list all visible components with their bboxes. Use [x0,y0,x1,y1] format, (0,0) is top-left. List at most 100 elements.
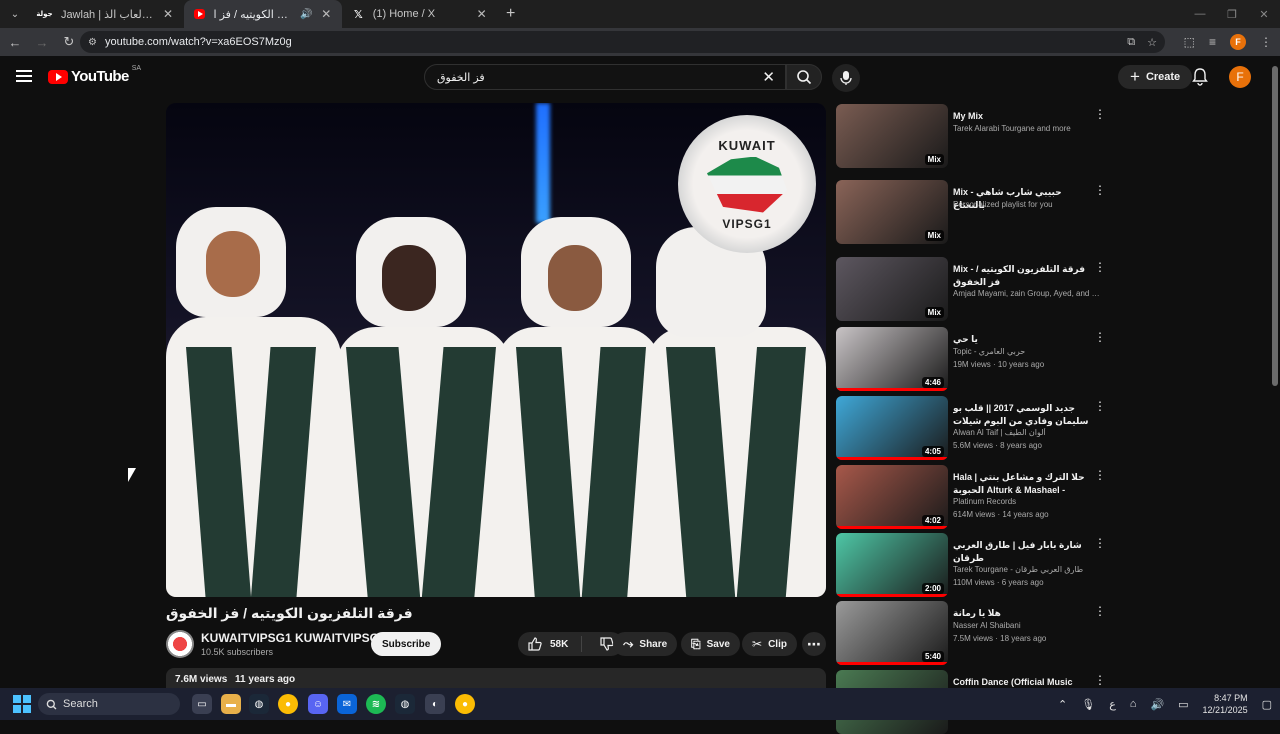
extensions-icon[interactable]: ⬚ [1184,35,1195,49]
voice-search-button[interactable] [832,64,860,92]
recommendation-title[interactable]: يا حي [953,333,1091,346]
save-button[interactable]: ⎘ Save [681,632,740,656]
notifications-icon[interactable]: ▢ [1262,698,1272,711]
chrome-icon[interactable]: ● [455,694,475,714]
video-thumbnail[interactable]: 4:46 [836,327,948,391]
share-button[interactable]: ⤳ Share [613,632,678,656]
subscribe-button[interactable]: Subscribe [371,632,442,656]
recommendation-title[interactable]: Mix - فرقة التلفزيون الكويتيه / فز الخفو… [953,263,1091,289]
more-vertical-icon[interactable]: ⋮ [1094,108,1106,120]
speaker-icon[interactable]: 🔊 [300,9,312,20]
recommendation-channel[interactable]: Nasser Al Shaibani [953,621,1101,630]
cast-icon[interactable]: ⧉ [1127,36,1135,49]
recommendation-channel[interactable]: Platinum Records [953,497,1101,506]
more-vertical-icon[interactable]: ⋮ [1094,674,1106,686]
create-button[interactable]: + Create [1118,65,1193,89]
page-scrollbar[interactable] [1270,56,1280,688]
site-info-icon[interactable]: ⚙ [88,37,97,48]
recommendation-title[interactable]: Hala | حلا الترك و مشاعل بنتي الحبوبة Al… [953,471,1091,497]
more-vertical-icon[interactable]: ⋮ [1094,400,1106,412]
media-control-icon[interactable]: ≡ [1209,35,1216,49]
scrollbar-thumb[interactable] [1272,66,1278,386]
discord-icon[interactable]: ☺ [308,694,328,714]
address-bar[interactable]: ⚙ youtube.com/watch?v=xa6EOS7Mz0g ⧉ ☆ [80,31,1165,53]
chrome-menu-icon[interactable]: ⋮ [1260,35,1272,49]
app-icon[interactable]: ◐ [425,694,445,714]
recommendation-item[interactable]: 2:00 شارة بابار فيل | طارق العربي طرقان Ta… [836,533,1106,597]
channel-name[interactable]: KUWAITVIPSG1 KUWAITVIPSG1 [201,631,386,645]
steam-icon[interactable]: ◍ [395,694,415,714]
youtube-logo[interactable]: YouTube SA [48,65,141,85]
account-avatar[interactable]: F [1229,66,1251,88]
battery-icon[interactable]: ▭ [1178,698,1188,711]
recommendation-title[interactable]: هلا يا رمانة [953,607,1091,620]
new-tab-button[interactable]: + [506,5,515,23]
clock[interactable]: 8:47 PM 12/21/2025 [1203,692,1248,716]
recommendation-item[interactable]: Mix Mix - حبيبي شارب شاهي بالنعناع Persona… [836,180,1106,244]
more-actions-button[interactable]: ⋯ [802,632,826,656]
language-indicator[interactable]: ع [1109,698,1116,711]
microphone-icon[interactable]: 🎙 [1081,698,1095,711]
recommendation-channel[interactable]: Personalized playlist for you [953,200,1101,209]
recommendation-title[interactable]: My Mix [953,110,1091,123]
more-vertical-icon[interactable]: ⋮ [1094,331,1106,343]
clear-search-icon[interactable]: ✕ [762,68,775,86]
volume-icon[interactable]: 🔊 [1150,698,1164,711]
close-window-icon[interactable]: ✕ [1248,0,1280,28]
video-thumbnail[interactable]: Mix [836,104,948,168]
tab-jawlah[interactable]: جولة Jawlah | جولة - منصة الألعاب الذ...… [26,0,184,28]
more-vertical-icon[interactable]: ⋮ [1094,184,1106,196]
recommendation-channel[interactable]: Tarek Tourgane - طارق العربي طرقان [953,565,1101,574]
minimize-icon[interactable]: — [1184,0,1216,28]
recommendation-item[interactable]: 5:40 هلا يا رمانة Nasser Al Shaibani 7.5M v… [836,601,1106,665]
profile-avatar[interactable]: F [1230,34,1246,50]
search-button[interactable] [786,64,822,90]
chrome-icon[interactable]: ● [278,694,298,714]
dislike-button[interactable] [588,637,614,651]
file-explorer-icon[interactable]: ▬ [221,694,241,714]
video-thumbnail[interactable]: Mix [836,257,948,321]
video-thumbnail[interactable]: 2:00 [836,533,948,597]
task-view-icon[interactable]: ▭ [192,694,212,714]
video-thumbnail[interactable]: 5:40 [836,601,948,665]
chevron-up-icon[interactable]: ⌃ [1058,698,1067,711]
taskbar-search[interactable]: Search [38,693,180,715]
close-icon[interactable]: ✕ [475,7,488,21]
hamburger-menu-icon[interactable] [16,70,32,82]
notifications-bell-icon[interactable] [1192,68,1208,86]
more-vertical-icon[interactable]: ⋮ [1094,261,1106,273]
tab-search-button[interactable]: ⌄ [4,3,26,25]
search-input[interactable]: فز الخفوق ✕ [424,64,786,90]
recommendation-item[interactable]: Mix My Mix Tarek Alarabi Tourgane and more… [836,104,1106,168]
recommendation-channel[interactable]: Alwan Al Taif | ألوان الطيف [953,428,1101,437]
like-button[interactable]: 58K [518,636,582,652]
video-thumbnail[interactable]: 4:05 [836,396,948,460]
mail-icon[interactable]: ✉ [337,694,357,714]
channel-avatar[interactable] [166,630,194,658]
maximize-icon[interactable]: ❐ [1216,0,1248,28]
recommendation-item[interactable]: 4:46 يا حي Topic - حربي العامري 19M views ·… [836,327,1106,391]
video-thumbnail[interactable]: 4:02 [836,465,948,529]
recommendation-item[interactable]: Mix Mix - فرقة التلفزيون الكويتيه / فز ال… [836,257,1106,321]
recommendation-channel[interactable]: Amjad Mayami, zain Group, Ayed, and m... [953,289,1101,298]
recommendation-title[interactable]: جديد الوسمي 2017 || قلب بو سليمان وفادي … [953,402,1091,428]
more-vertical-icon[interactable]: ⋮ [1094,537,1106,549]
recommendation-channel[interactable]: Topic - حربي العامري [953,347,1101,356]
steam-icon[interactable]: ◍ [249,694,269,714]
network-icon[interactable]: ⌂ [1130,698,1137,710]
video-player[interactable]: KUWAIT VIPSG1 [166,103,826,597]
back-icon[interactable]: ← [3,35,27,50]
recommendation-item[interactable]: 4:02 Hala | حلا الترك و مشاعل بنتي الحبوب… [836,465,1106,529]
recommendation-item[interactable]: 4:05 جديد الوسمي 2017 || قلب بو سليمان وف… [836,396,1106,460]
close-icon[interactable]: ✕ [162,7,174,21]
tab-youtube-video[interactable]: فرقة التلفزيون الكويتيه / فز ا... 🔊 ✕ [184,0,342,28]
spotify-icon[interactable]: ≋ [366,694,386,714]
forward-icon[interactable]: → [30,35,54,50]
recommendation-title[interactable]: شارة بابار فيل | طارق العربي طرقان [953,539,1091,565]
reload-icon[interactable]: ↻ [57,34,81,50]
bookmark-star-icon[interactable]: ☆ [1147,36,1157,49]
video-thumbnail[interactable]: Mix [836,180,948,244]
more-vertical-icon[interactable]: ⋮ [1094,605,1106,617]
clip-button[interactable]: ✂ Clip [742,632,797,656]
windows-start-icon[interactable] [13,695,31,713]
